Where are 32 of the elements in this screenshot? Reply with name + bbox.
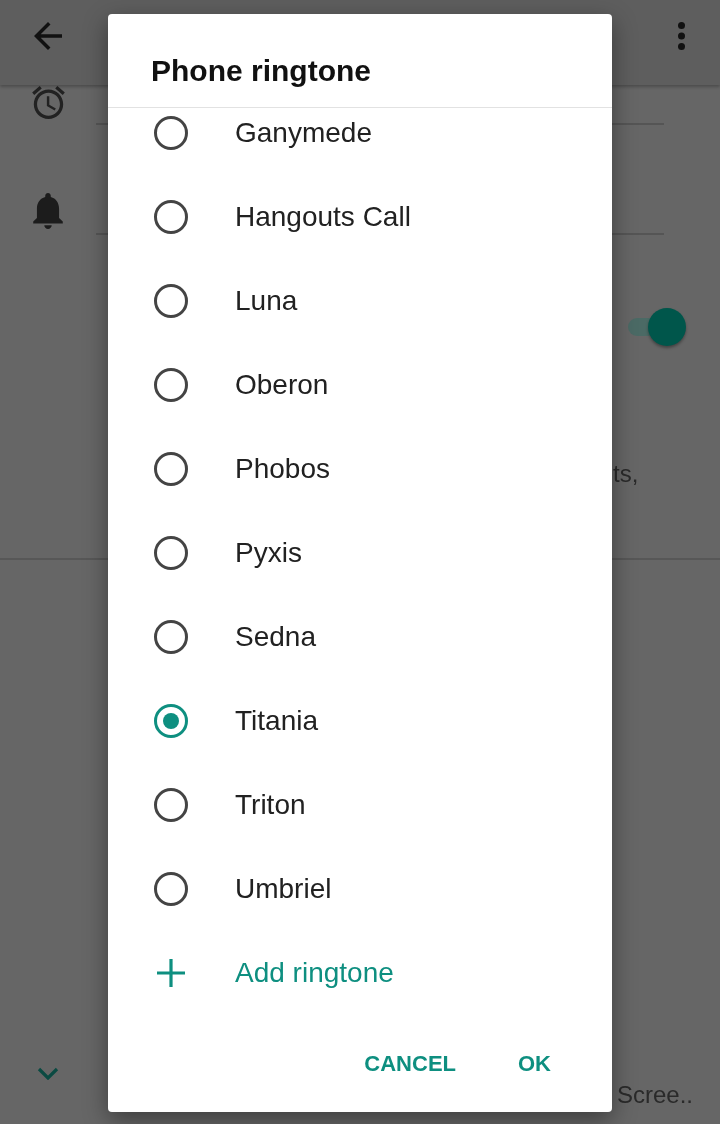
ringtone-option[interactable]: Phobos <box>108 427 612 511</box>
radio-icon[interactable] <box>154 704 188 738</box>
radio-icon[interactable] <box>154 284 188 318</box>
radio-icon[interactable] <box>154 200 188 234</box>
ringtone-option[interactable]: Umbriel <box>108 847 612 931</box>
add-ringtone-button[interactable]: Add ringtone <box>108 931 612 1015</box>
ringtone-option[interactable]: Oberon <box>108 343 612 427</box>
ringtone-option[interactable]: Ganymede <box>108 108 612 175</box>
radio-icon[interactable] <box>154 452 188 486</box>
ok-button[interactable]: OK <box>502 1035 567 1092</box>
radio-icon[interactable] <box>154 116 188 150</box>
cancel-button[interactable]: CANCEL <box>348 1035 472 1092</box>
radio-icon[interactable] <box>154 872 188 906</box>
ringtone-option[interactable]: Pyxis <box>108 511 612 595</box>
bell-icon <box>33 193 63 229</box>
back-arrow-icon[interactable] <box>34 22 62 50</box>
three-dots-menu-icon[interactable] <box>678 22 685 50</box>
ringtone-option[interactable]: Luna <box>108 259 612 343</box>
dialog-title: Phone ringtone <box>151 53 371 89</box>
radio-icon[interactable] <box>154 536 188 570</box>
ringtone-option[interactable]: Titania <box>108 679 612 763</box>
plus-icon <box>157 959 185 987</box>
ringtone-option[interactable]: Triton <box>108 763 612 847</box>
radio-icon[interactable] <box>154 788 188 822</box>
toggle-switch[interactable] <box>628 308 686 346</box>
ringtone-option[interactable]: Sedna <box>108 595 612 679</box>
radio-icon[interactable] <box>154 620 188 654</box>
ringtone-option[interactable]: Hangouts Call <box>108 175 612 259</box>
item-title-text: Scree.. <box>617 1080 694 1110</box>
summary-text: ts, <box>613 459 639 489</box>
radio-icon[interactable] <box>154 368 188 402</box>
alarm-clock-icon <box>31 86 65 119</box>
